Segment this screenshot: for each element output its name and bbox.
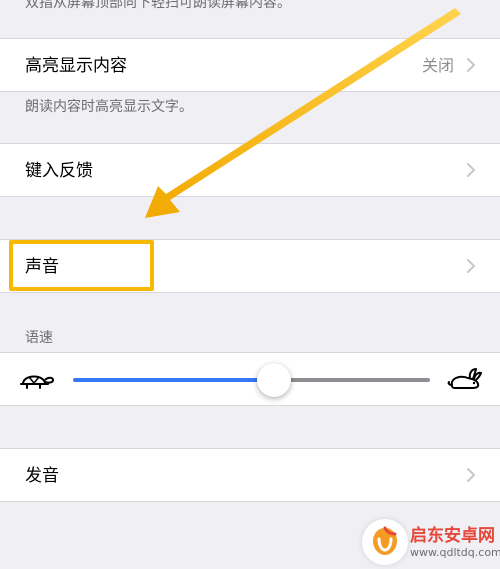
- watermark-name: 启东安卓网: [410, 526, 495, 546]
- watermark-logo: [362, 519, 408, 565]
- annotation-arrow-icon: [145, 8, 461, 218]
- watermark-url: www.qdltdq.com: [410, 546, 500, 559]
- watermark-logo-icon: [373, 526, 397, 555]
